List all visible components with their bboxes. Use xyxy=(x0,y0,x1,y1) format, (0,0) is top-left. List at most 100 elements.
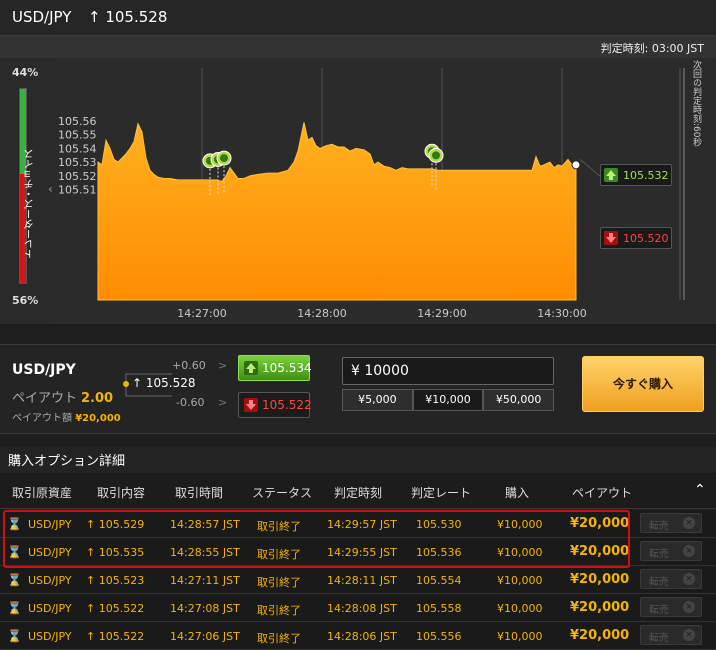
buy-now-button[interactable]: 今すぐ購入 xyxy=(582,356,704,412)
collapse-icon[interactable]: ⌃ xyxy=(694,482,706,498)
details-title: 購入オプション詳細 xyxy=(0,447,716,473)
arrow-up-icon: ↑ xyxy=(86,602,99,615)
payout-value: 2.00 xyxy=(81,391,114,406)
resell-button[interactable]: 転売 × xyxy=(640,625,702,645)
col-content: 取引内容 xyxy=(97,486,146,500)
traders-choice: 44% トレーダーズ・チョイス 56% xyxy=(0,58,50,324)
col-asset: 取引原資産 xyxy=(12,486,73,500)
col-judge-time: 判定時刻 xyxy=(334,486,383,500)
payout-label: ペイアウト xyxy=(12,391,78,406)
row-judge-time: 14:28:06 JST xyxy=(327,630,397,643)
resell-button[interactable]: 転売 × xyxy=(640,569,702,589)
current-point xyxy=(571,160,581,170)
row-status: 取引終了 xyxy=(257,604,301,617)
arrow-up-icon: ↑ xyxy=(86,630,99,643)
resell-button[interactable]: 転売 × xyxy=(640,597,702,617)
judge-time: 判定時刻: 03:00 JST xyxy=(600,42,704,55)
resell-label: 転売 xyxy=(649,577,669,588)
x-tick-label: 14:30:00 xyxy=(537,307,586,320)
close-icon: × xyxy=(683,629,695,641)
row-judge-rate: 105.558 xyxy=(416,602,462,615)
resell-label: 転売 xyxy=(649,521,669,532)
y-tick-label: 105.52 xyxy=(58,170,97,183)
row-judge-time: 14:28:08 JST xyxy=(327,602,397,615)
chevron-right-icon: > xyxy=(218,396,228,409)
amount-10000-button[interactable]: ¥10,000 xyxy=(412,389,484,411)
amount-input[interactable]: ¥ 10000 xyxy=(342,357,554,385)
row-buy: ¥10,000 xyxy=(497,574,543,587)
col-status: ステータス xyxy=(252,486,313,500)
up-price-tag: 105.532 xyxy=(600,164,672,186)
next-judge-time: 次回の判定時刻:60秒 xyxy=(691,60,701,147)
down-price: 105.520 xyxy=(623,232,669,245)
close-icon: × xyxy=(683,517,695,529)
arrow-down-icon xyxy=(244,398,258,412)
row-status: 取引終了 xyxy=(257,632,301,645)
low-button[interactable]: 105.522 xyxy=(238,392,312,418)
row-time: 14:27:06 JST xyxy=(170,630,240,643)
row-judge-rate: 105.554 xyxy=(416,574,462,587)
row-payout: ¥20,000 xyxy=(570,628,630,643)
arrow-up-icon xyxy=(220,154,228,163)
payout: ペイアウト 2.00 xyxy=(12,387,113,406)
y-tick-label: 105.51 xyxy=(58,184,97,197)
row-payout: ¥20,000 xyxy=(570,600,630,615)
row-payout: ¥20,000 xyxy=(570,572,630,587)
y-tick-label: 105.56 xyxy=(58,115,97,128)
hourglass-icon: ⌛ xyxy=(7,629,22,643)
row-content-rate: 105.523 xyxy=(98,574,145,587)
close-icon: × xyxy=(683,573,695,585)
resell-label: 転売 xyxy=(649,605,669,616)
row-judge-rate: 105.556 xyxy=(416,630,462,643)
arrow-up-icon xyxy=(432,151,440,160)
header-bar: USD/JPY ↑ 105.528 xyxy=(0,0,716,36)
row-buy: ¥10,000 xyxy=(497,602,543,615)
close-icon: × xyxy=(683,545,695,557)
down-price-tag: 105.520 xyxy=(600,227,672,249)
row-content: ↑ 105.523 xyxy=(86,574,144,587)
highlight-box xyxy=(3,510,630,568)
row-content: ↑ 105.522 xyxy=(86,602,144,615)
payout-amount: ペイアウト額 ¥20,000 xyxy=(12,409,121,424)
quick-amounts: ¥5,000 ¥10,000 ¥50,000 xyxy=(342,389,555,411)
row-status: 取引終了 xyxy=(257,576,301,589)
close-icon: × xyxy=(683,601,695,613)
x-tick-label: 14:29:00 xyxy=(417,307,466,320)
buy-pair: USD/JPY xyxy=(12,362,76,378)
col-judge-rate: 判定レート xyxy=(411,486,472,500)
amount-5000-button[interactable]: ¥5,000 xyxy=(342,389,413,411)
arrow-down-icon xyxy=(604,231,618,245)
row-judge-time: 14:28:11 JST xyxy=(327,574,397,587)
resell-button[interactable]: 転売 × xyxy=(640,541,702,561)
high-button[interactable]: 105.534 xyxy=(238,355,312,381)
row-pair: USD/JPY xyxy=(28,602,72,615)
sentiment-bar: トレーダーズ・チョイス xyxy=(19,88,36,284)
row-time: 14:27:08 JST xyxy=(170,602,240,615)
hourglass-icon: ⌛ xyxy=(7,601,22,615)
resell-label: 転売 xyxy=(649,633,669,644)
col-payout: ペイアウト xyxy=(572,486,633,500)
row-content-rate: 105.522 xyxy=(98,602,145,615)
col-buy: 購入 xyxy=(505,486,530,500)
judge-time-bar: 判定時刻: 03:00 JST xyxy=(0,36,716,58)
col-time: 取引時間 xyxy=(175,486,224,500)
row-time: 14:27:11 JST xyxy=(170,574,240,587)
header-pair: USD/JPY xyxy=(12,8,72,26)
arrow-up-icon: ↑ xyxy=(86,574,99,587)
high-price: 105.534 xyxy=(262,361,312,375)
arrow-up-icon xyxy=(244,361,258,375)
spread-minus: -0.60 xyxy=(176,396,205,409)
resell-label: 転売 xyxy=(649,549,669,560)
header-rate: ↑ 105.528 xyxy=(88,8,168,26)
table-row: ⌛ USD/JPY ↑ 105.523 14:27:11 JST 取引終了 14:28:1… xyxy=(0,566,716,594)
amount-50000-button[interactable]: ¥50,000 xyxy=(483,389,555,411)
up-price: 105.532 xyxy=(623,169,669,182)
payout-amount-value: ¥20,000 xyxy=(75,413,121,424)
price-chart[interactable]: 14:27:00 14:28:00 14:29:00 14:30:00105.5610… xyxy=(0,58,716,324)
row-pair: USD/JPY xyxy=(28,630,72,643)
y-tick-label: 105.55 xyxy=(58,129,97,142)
y-tick-label: 105.54 xyxy=(58,142,97,155)
row-pair: USD/JPY xyxy=(28,574,72,587)
resell-button[interactable]: 転売 × xyxy=(640,513,702,533)
sentiment-label: トレーダーズ・チョイス xyxy=(25,149,36,259)
